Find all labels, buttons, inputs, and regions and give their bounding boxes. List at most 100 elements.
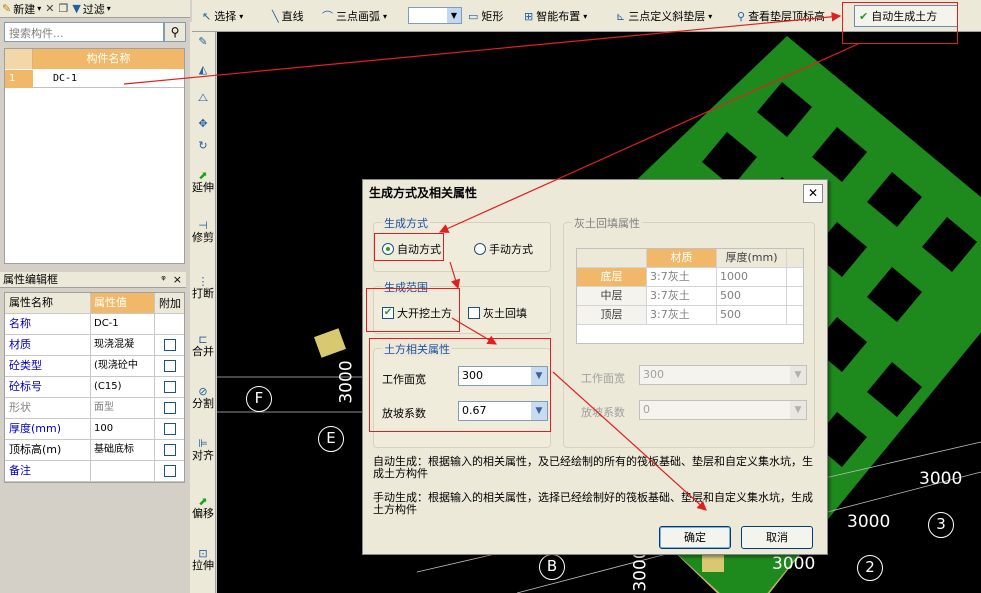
dimension-label: 3000 xyxy=(336,360,357,404)
stretch-tool-button[interactable]: ⊡ 拉伸 xyxy=(192,548,214,572)
table-row[interactable]: 形状 面型 xyxy=(5,398,184,419)
smart-layout-button[interactable]: ⊞ 智能布置 ▾ xyxy=(524,8,587,24)
select-button[interactable]: ↖ 选择 ▾ xyxy=(202,8,243,24)
close-icon[interactable]: × xyxy=(173,273,182,286)
earthwork-properties-group: 土方相关属性 工作面宽 300 ▼ 放坡系数 0.67 ▼ xyxy=(373,341,551,448)
break-icon: ⋮ xyxy=(197,275,209,288)
extra-checkbox[interactable] xyxy=(164,402,176,414)
slope-factor-select[interactable]: 0.67 ▼ xyxy=(458,401,548,421)
generation-settings-dialog: 生成方式及相关属性 ✕ 生成方式 自动方式 手动方式 生成范围 ✔ 大开挖土方 灰… xyxy=(362,179,828,555)
table-row[interactable]: 厚度(mm) 100 xyxy=(5,419,184,440)
property-panel: 属性编辑框 ᵠ × 属性名称 属性值 附加 名称 DC-1 材质 现浇混凝 砼类… xyxy=(0,272,186,593)
filter-icon: ▼ xyxy=(72,2,81,15)
backfill-slope-select[interactable]: 0 ▼ xyxy=(639,400,807,420)
table-row[interactable]: 砼类型 (现浇砼中 xyxy=(5,356,184,377)
draw-mode-select[interactable]: ▼ xyxy=(408,7,462,24)
backfill-layer-table: 材质 厚度(mm) 底层 3:7灰土 1000 中层 3:7灰土 500 顶层 … xyxy=(576,248,804,344)
line-button[interactable]: ╲ 直线 xyxy=(272,8,304,24)
backfill-work-width-select[interactable]: 300 ▼ xyxy=(639,365,807,385)
grid-axis-marker: 3 xyxy=(928,512,954,538)
align-icon: ⊫ xyxy=(198,437,208,450)
table-row[interactable]: 砼标号 (C15) xyxy=(5,377,184,398)
pin-icon[interactable]: ᵠ xyxy=(161,273,166,286)
backfill-checkbox[interactable]: 灰土回填 xyxy=(468,305,527,321)
delete-button[interactable]: ✕ xyxy=(45,3,54,14)
table-header: 材质 厚度(mm) xyxy=(577,249,803,268)
mirror-icon: ◭ xyxy=(198,63,208,76)
align-tool-button[interactable]: ⊫ 对齐 xyxy=(192,438,214,462)
filter-button[interactable]: ▼ 过滤 ▾ xyxy=(72,1,110,17)
slope-cushion-button[interactable]: ⊾ 三点定义斜垫层 ▾ xyxy=(616,8,712,24)
grid-axis-marker: B xyxy=(539,554,565,580)
offset-icon: ⬈ xyxy=(198,495,208,508)
extend-tool-button[interactable]: ⬈ 延伸 xyxy=(192,170,214,194)
triangle-icon: ⧍ xyxy=(197,91,209,104)
dimension-label: 3000 xyxy=(847,512,891,532)
move-icon: ✥ xyxy=(198,117,208,130)
search-input[interactable]: 搜索构件... xyxy=(4,22,164,42)
search-button[interactable]: ⚲ xyxy=(164,22,186,42)
ok-button[interactable]: 确定 xyxy=(659,526,731,549)
move-tool-button[interactable]: ✥ xyxy=(192,118,214,130)
dimension-label: 3000 xyxy=(772,554,816,574)
manual-mode-description: 手动生成：根据输入的相关属性，选择已经绘制好的筏板基础、垫层和自定义集水坑，生成… xyxy=(373,491,813,516)
grid-axis-marker: E xyxy=(318,426,344,452)
work-width-select[interactable]: 300 ▼ xyxy=(458,366,548,386)
stretch-icon: ⊡ xyxy=(198,547,208,560)
table-row[interactable]: 材质 现浇混凝 xyxy=(5,335,184,356)
auto-mode-radio[interactable]: 自动方式 xyxy=(382,241,441,257)
new-button[interactable]: ✎ 新建 ▾ xyxy=(2,1,41,17)
delete-icon: ✕ xyxy=(45,2,55,15)
table-row[interactable]: 顶标高(m) 基础底标 xyxy=(5,440,184,461)
break-tool-button[interactable]: ⋮ 打断 xyxy=(192,276,214,300)
mirror-tool-button[interactable]: ◭ xyxy=(192,64,214,76)
extra-checkbox[interactable] xyxy=(164,423,176,435)
extra-checkbox[interactable] xyxy=(164,339,176,351)
grid-axis-marker: 2 xyxy=(857,555,883,581)
trim-tool-button[interactable]: ⊣ 修剪 xyxy=(192,220,214,244)
copy-icon: ❐ xyxy=(58,2,69,15)
extra-checkbox[interactable] xyxy=(164,444,176,456)
copy-button[interactable]: ❐ xyxy=(58,3,68,14)
trim-icon: ⊣ xyxy=(198,219,208,232)
table-row[interactable]: 顶层 3:7灰土 500 xyxy=(577,306,803,325)
component-list: 构件名称 1 DC-1 xyxy=(4,48,185,264)
merge-tool-button[interactable]: ⊏ 合并 xyxy=(192,334,214,358)
cancel-button[interactable]: 取消 xyxy=(741,526,813,549)
generation-range-group: 生成范围 ✔ 大开挖土方 灰土回填 xyxy=(373,279,551,334)
extra-checkbox[interactable] xyxy=(164,381,176,393)
table-row[interactable]: 名称 DC-1 xyxy=(5,314,184,335)
table-row[interactable]: 底层 3:7灰土 1000 xyxy=(577,268,803,287)
split-tool-button[interactable]: ⊘ 分割 xyxy=(192,386,214,410)
auto-generate-earthwork-button[interactable]: ✔ 自动生成土方 xyxy=(854,5,958,27)
merge-icon: ⊏ xyxy=(198,333,208,346)
search-icon: ⚲ xyxy=(170,25,180,39)
left-toolbar: ✎ 新建 ▾ ✕ ❐ ▼ 过滤 ▾ xyxy=(0,0,190,18)
extend-icon: ⬈ xyxy=(198,169,208,182)
radio-selected-icon xyxy=(382,243,394,255)
rectangle-icon: ▭ xyxy=(468,9,479,23)
list-item[interactable]: 1 DC-1 xyxy=(5,70,184,88)
offset-tool-button[interactable]: ⬈ 偏移 xyxy=(192,496,214,520)
close-icon: ✕ xyxy=(807,186,819,200)
extra-checkbox[interactable] xyxy=(164,360,176,372)
column-header-component-name: 构件名称 xyxy=(33,49,184,69)
view-elevation-button[interactable]: ⚲ 查看垫层顶标高 xyxy=(737,8,825,24)
chevron-down-icon: ▼ xyxy=(531,402,547,420)
manual-mode-radio[interactable]: 手动方式 xyxy=(474,241,533,257)
arc-button[interactable]: ⌒ 三点画弧 ▾ xyxy=(322,8,387,24)
table-row[interactable]: 备注 xyxy=(5,461,184,482)
rectangle-button[interactable]: ▭ 矩形 xyxy=(468,8,503,24)
extra-checkbox[interactable] xyxy=(164,465,176,477)
radio-icon xyxy=(474,243,486,255)
pen-tool-button[interactable]: ✎ xyxy=(192,36,214,48)
component-list-header: 构件名称 xyxy=(5,49,184,69)
property-table: 属性名称 属性值 附加 名称 DC-1 材质 现浇混凝 砼类型 (现浇砼中 砼标… xyxy=(4,292,185,483)
rotate-tool-button[interactable]: ↻ xyxy=(192,140,214,152)
excavation-checkbox[interactable]: ✔ 大开挖土方 xyxy=(382,305,452,321)
triangle-tool-button[interactable]: ⧍ xyxy=(192,92,214,104)
grid-axis-marker: F xyxy=(246,386,272,412)
table-row[interactable]: 中层 3:7灰土 500 xyxy=(577,287,803,306)
auto-generate-icon: ✔ xyxy=(859,9,869,23)
close-button[interactable]: ✕ xyxy=(803,184,823,203)
